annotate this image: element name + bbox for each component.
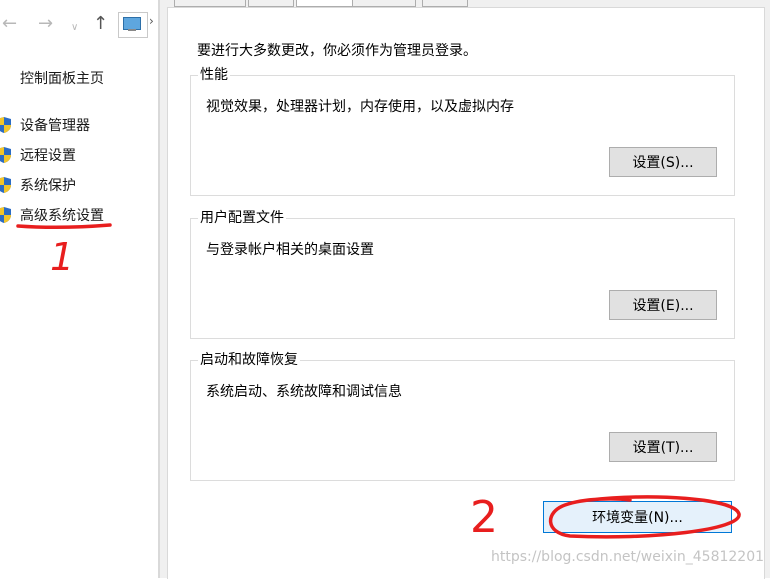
user-profiles-settings-button[interactable]: 设置(E)... (609, 290, 717, 320)
nav-item-label: 远程设置 (20, 148, 76, 164)
group-title: 性能 (198, 67, 230, 83)
startup-recovery-settings-button[interactable]: 设置(T)... (609, 432, 717, 462)
control-panel-home-link[interactable]: 控制面板主页 (20, 68, 104, 88)
up-arrow-icon[interactable]: ↑ (93, 14, 108, 34)
group-title: 启动和故障恢复 (198, 352, 300, 368)
advanced-tab-panel: 要进行大多数更改，你必须作为管理员登录。 性能 视觉效果，处理器计划，内存使用，… (167, 7, 765, 579)
computer-icon[interactable] (118, 12, 148, 38)
explorer-left-pane: ← → ∨ ↑ › 控制面板主页 设备管理器 远程设置 系统保护 高级系统设置 (0, 0, 158, 578)
group-user-profiles: 用户配置文件 与登录帐户相关的桌面设置 设置(E)... (190, 210, 735, 339)
uac-shield-icon (0, 117, 11, 133)
nav-item-label: 设备管理器 (20, 118, 90, 134)
chevron-down-icon[interactable]: ∨ (71, 18, 78, 38)
environment-variables-button[interactable]: 环境变量(N)... (543, 501, 732, 533)
tab-remote[interactable] (422, 0, 468, 7)
system-properties-dialog: 要进行大多数更改，你必须作为管理员登录。 性能 视觉效果，处理器计划，内存使用，… (160, 0, 770, 579)
group-title: 用户配置文件 (198, 210, 286, 226)
forward-arrow-icon[interactable]: → (38, 14, 53, 34)
group-startup-recovery: 启动和故障恢复 系统启动、系统故障和调试信息 设置(T)... (190, 352, 735, 481)
group-description: 视觉效果，处理器计划，内存使用，以及虚拟内存 (206, 99, 514, 115)
group-description: 与登录帐户相关的桌面设置 (206, 242, 374, 258)
nav-item-label: 高级系统设置 (20, 208, 104, 224)
tab-advanced[interactable] (296, 0, 356, 7)
watermark: https://blog.csdn.net/weixin_45812201 (491, 549, 765, 565)
uac-shield-icon (0, 177, 11, 193)
group-description: 系统启动、系统故障和调试信息 (206, 384, 402, 400)
performance-settings-button[interactable]: 设置(S)... (609, 147, 717, 177)
uac-shield-icon (0, 147, 11, 163)
tab-hardware[interactable] (248, 0, 294, 7)
nav-item-label: 系统保护 (20, 178, 76, 194)
group-performance: 性能 视觉效果，处理器计划，内存使用，以及虚拟内存 设置(S)... (190, 67, 735, 196)
admin-note: 要进行大多数更改，你必须作为管理员登录。 (197, 43, 477, 59)
tab-computer-name[interactable] (174, 0, 246, 7)
uac-shield-icon (0, 207, 11, 223)
back-arrow-icon[interactable]: ← (2, 14, 17, 34)
breadcrumb-chevron-icon[interactable]: › (149, 14, 154, 28)
tab-system-protection[interactable] (352, 0, 416, 7)
